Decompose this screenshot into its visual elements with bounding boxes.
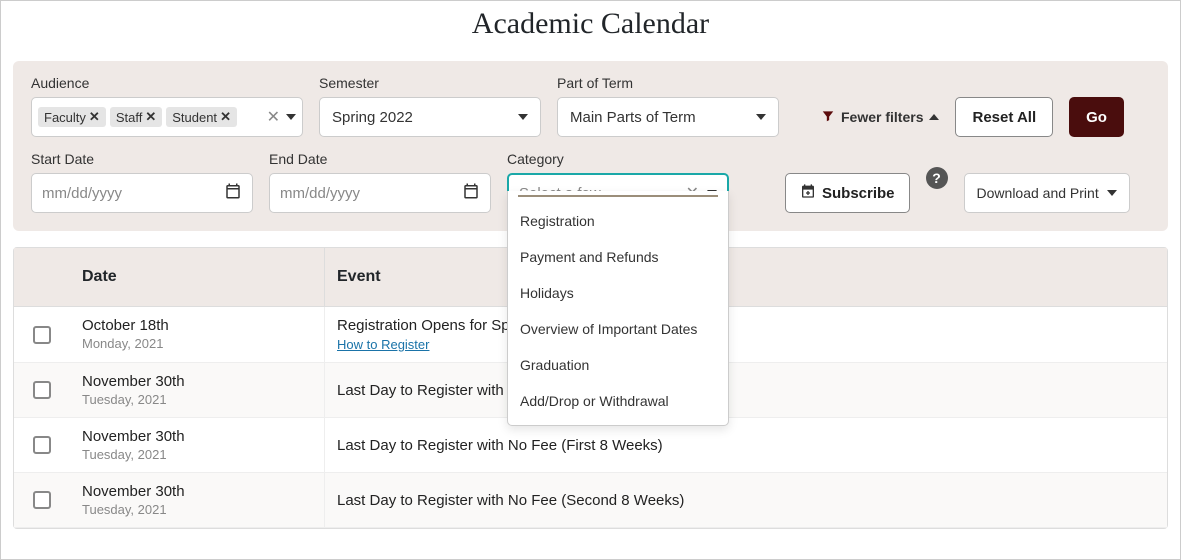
date-main: November 30th xyxy=(82,428,312,445)
calendar-icon[interactable] xyxy=(224,182,242,204)
event-link[interactable]: How to Register xyxy=(337,337,1155,352)
reset-button[interactable]: Reset All xyxy=(955,97,1053,137)
category-field: Category Select a few... ✕ Registration … xyxy=(507,151,729,213)
part-of-term-label: Part of Term xyxy=(557,75,779,91)
category-option[interactable]: Registration xyxy=(508,203,728,239)
chevron-down-icon[interactable] xyxy=(286,114,296,120)
fewer-filters-toggle[interactable]: Fewer filters xyxy=(821,97,939,137)
audience-tag-faculty[interactable]: Faculty ✕ xyxy=(38,107,106,127)
chevron-down-icon xyxy=(756,114,766,120)
chevron-down-icon xyxy=(1107,190,1117,196)
table-row: November 30th Tuesday, 2021 Last Day to … xyxy=(14,473,1167,528)
date-main: November 30th xyxy=(82,373,312,390)
filter-icon xyxy=(821,109,835,126)
event-cell: Last Day to Register with No Fee (Second… xyxy=(324,473,1167,527)
remove-tag-icon[interactable]: ✕ xyxy=(145,109,156,125)
header-event: Event xyxy=(324,248,1167,306)
end-date-label: End Date xyxy=(269,151,491,167)
date-cell: October 18th Monday, 2021 xyxy=(70,307,324,362)
category-option[interactable]: Add/Drop or Withdrawal xyxy=(508,383,728,419)
date-cell: November 30th Tuesday, 2021 xyxy=(70,418,324,472)
start-date-input[interactable]: mm/dd/yyyy xyxy=(31,173,253,213)
semester-select[interactable]: Spring 2022 xyxy=(319,97,541,137)
category-option[interactable]: Overview of Important Dates xyxy=(508,311,728,347)
calendar-plus-icon xyxy=(800,183,816,203)
remove-tag-icon[interactable]: ✕ xyxy=(220,109,231,125)
page-title: Academic Calendar xyxy=(1,7,1180,41)
remove-tag-icon[interactable]: ✕ xyxy=(89,109,100,125)
end-date-input[interactable]: mm/dd/yyyy xyxy=(269,173,491,213)
clear-all-icon[interactable]: ✕ xyxy=(267,107,280,127)
date-sub: Monday, 2021 xyxy=(82,336,312,351)
row-checkbox[interactable] xyxy=(33,326,51,344)
subscribe-button[interactable]: Subscribe xyxy=(785,173,910,213)
date-sub: Tuesday, 2021 xyxy=(82,392,312,407)
calendar-icon[interactable] xyxy=(462,182,480,204)
date-sub: Tuesday, 2021 xyxy=(82,502,312,517)
date-cell: November 30th Tuesday, 2021 xyxy=(70,473,324,527)
semester-field: Semester Spring 2022 xyxy=(319,75,541,137)
start-date-placeholder: mm/dd/yyyy xyxy=(42,185,122,202)
part-of-term-select[interactable]: Main Parts of Term xyxy=(557,97,779,137)
row-checkbox[interactable] xyxy=(33,381,51,399)
category-option[interactable]: Graduation xyxy=(508,347,728,383)
category-option[interactable]: Payment and Refunds xyxy=(508,239,728,275)
row-checkbox[interactable] xyxy=(33,436,51,454)
filters-panel: Audience Faculty ✕ Staff ✕ Student ✕ ✕ S… xyxy=(13,61,1168,231)
audience-tag-staff[interactable]: Staff ✕ xyxy=(110,107,162,127)
event-title: Last Day to Register with No Fee (Second… xyxy=(337,492,1155,509)
event-cell: Last Day to Register with No Fee (First … xyxy=(324,418,1167,472)
audience-label: Audience xyxy=(31,75,303,91)
audience-select[interactable]: Faculty ✕ Staff ✕ Student ✕ ✕ xyxy=(31,97,303,137)
chevron-up-icon xyxy=(929,114,939,120)
audience-field: Audience Faculty ✕ Staff ✕ Student ✕ ✕ xyxy=(31,75,303,137)
date-main: October 18th xyxy=(82,317,312,334)
start-date-label: Start Date xyxy=(31,151,253,167)
category-option[interactable]: Holidays xyxy=(508,275,728,311)
start-date-field: Start Date mm/dd/yyyy xyxy=(31,151,253,213)
end-date-placeholder: mm/dd/yyyy xyxy=(280,185,360,202)
help-icon[interactable]: ? xyxy=(926,167,948,189)
event-cell: Last Day to Register with No Fee (Full T… xyxy=(324,363,1167,417)
category-dropdown: Registration Payment and Refunds Holiday… xyxy=(507,191,729,426)
event-cell: Registration Opens for Spring 2022 How t… xyxy=(324,307,1167,362)
download-print-select[interactable]: Download and Print xyxy=(964,173,1130,213)
end-date-field: End Date mm/dd/yyyy xyxy=(269,151,491,213)
event-title: Last Day to Register with No Fee (Full T… xyxy=(337,382,1155,399)
date-main: November 30th xyxy=(82,483,312,500)
date-cell: November 30th Tuesday, 2021 xyxy=(70,363,324,417)
header-date: Date xyxy=(70,248,324,306)
row-checkbox[interactable] xyxy=(33,491,51,509)
chevron-down-icon xyxy=(518,114,528,120)
audience-tag-student[interactable]: Student ✕ xyxy=(166,107,237,127)
part-of-term-value: Main Parts of Term xyxy=(570,109,696,126)
semester-value: Spring 2022 xyxy=(332,109,413,126)
event-title: Last Day to Register with No Fee (First … xyxy=(337,437,1155,454)
go-button[interactable]: Go xyxy=(1069,97,1124,137)
semester-label: Semester xyxy=(319,75,541,91)
date-sub: Tuesday, 2021 xyxy=(82,447,312,462)
table-row: November 30th Tuesday, 2021 Last Day to … xyxy=(14,418,1167,473)
event-title: Registration Opens for Spring 2022 xyxy=(337,317,1155,334)
category-label: Category xyxy=(507,151,729,167)
part-of-term-field: Part of Term Main Parts of Term xyxy=(557,75,779,137)
